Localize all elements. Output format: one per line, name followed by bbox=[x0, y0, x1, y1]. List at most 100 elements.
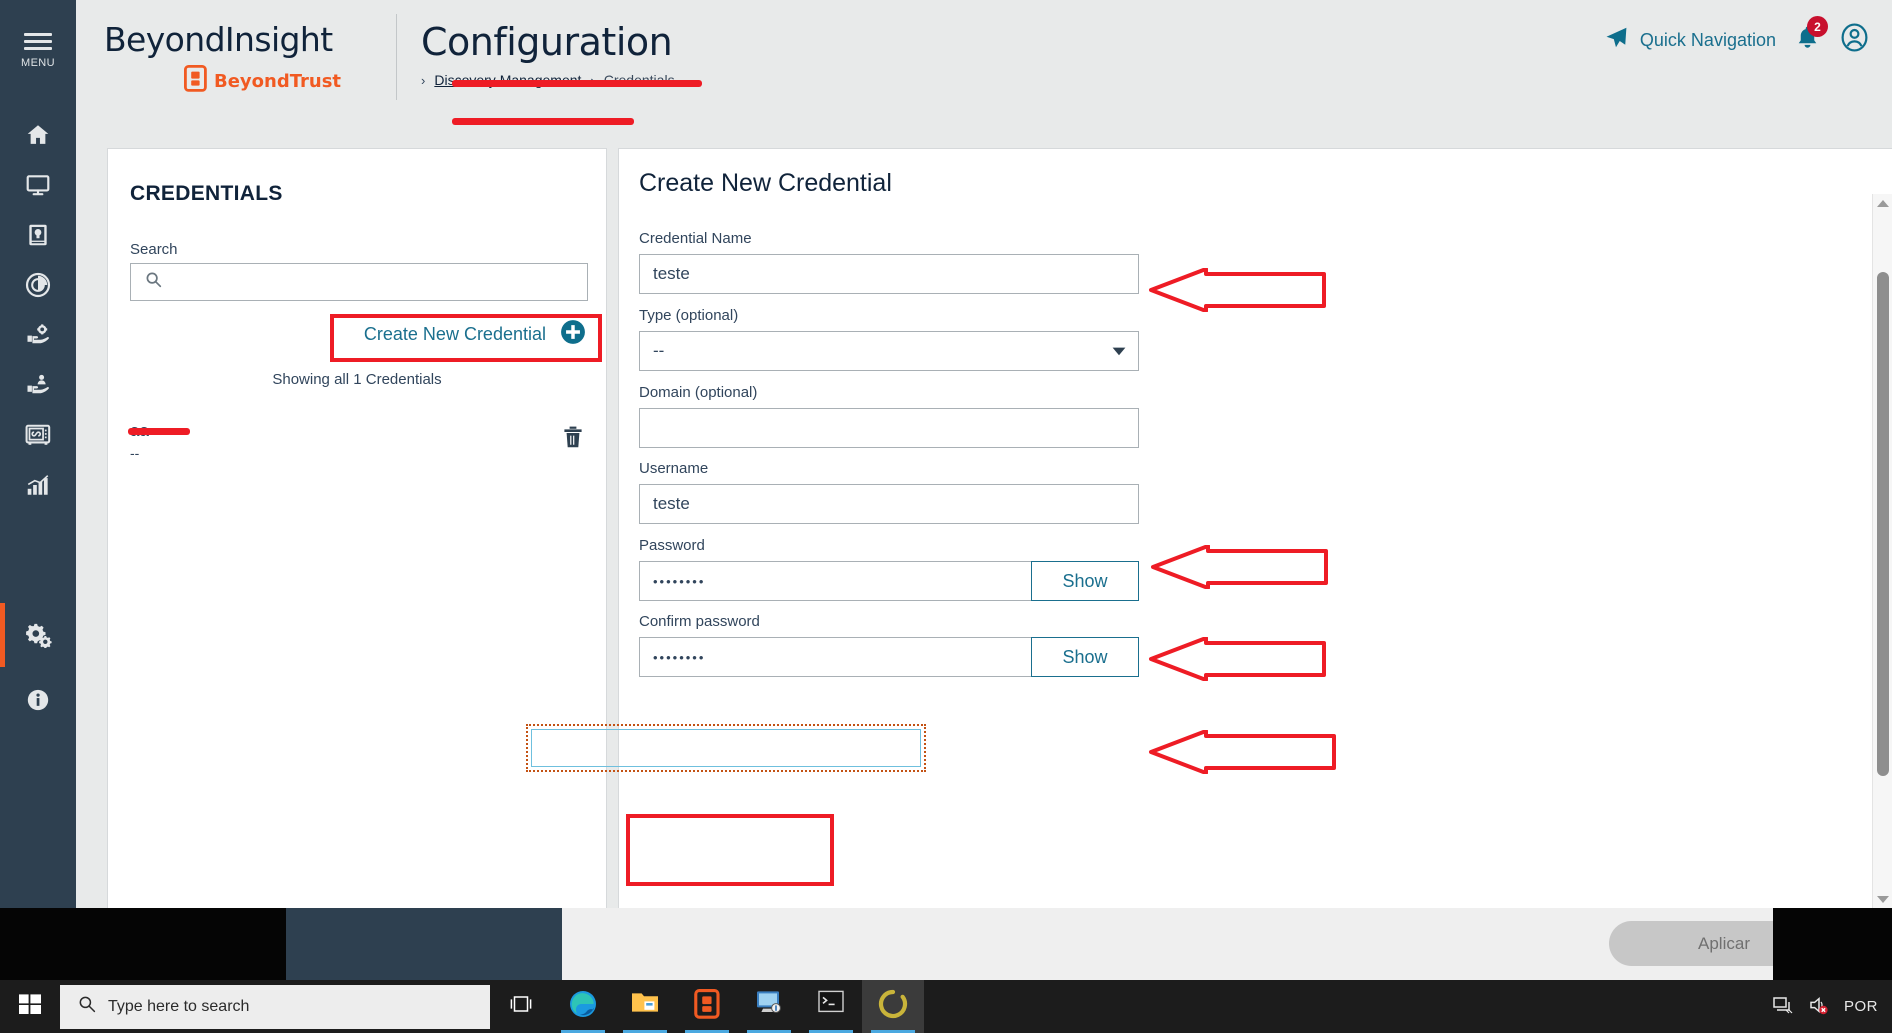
pie-target-icon bbox=[24, 271, 52, 299]
menu-toggle-button[interactable]: MENU bbox=[0, 18, 76, 80]
credentials-list: aa -- bbox=[108, 407, 606, 470]
sidebar-item-home[interactable] bbox=[0, 110, 76, 160]
beyondtrust-icon bbox=[694, 988, 720, 1024]
password-show-button[interactable]: Show bbox=[1031, 561, 1139, 601]
beyondtrust-logo-icon bbox=[183, 64, 207, 97]
task-view-button[interactable] bbox=[490, 980, 552, 1033]
sidebar-item-reporting[interactable] bbox=[0, 260, 76, 310]
company-name: BeyondTrust bbox=[214, 70, 342, 92]
form-heading: Create New Credential bbox=[639, 169, 892, 197]
scrollbar-down-arrow[interactable] bbox=[1873, 890, 1892, 908]
application-window: MENU BeyondInsight BeyondTrust Configura… bbox=[0, 0, 1892, 908]
header-divider bbox=[396, 14, 397, 100]
credential-name-input[interactable]: teste bbox=[639, 254, 1139, 294]
annotation-arrow-credential-name bbox=[1149, 268, 1326, 312]
taskbar-app-terminal[interactable] bbox=[800, 980, 862, 1033]
sidebar-item-assets[interactable] bbox=[0, 160, 76, 210]
safe-icon bbox=[24, 422, 52, 448]
field-domain: Domain (optional) bbox=[639, 384, 1139, 448]
password-input[interactable]: •••••••• bbox=[639, 561, 1031, 601]
confirm-password-show-button[interactable]: Show bbox=[1031, 637, 1139, 677]
search-input-wrapper[interactable] bbox=[130, 263, 588, 301]
domain-input[interactable] bbox=[639, 408, 1139, 448]
spinner-icon bbox=[878, 989, 908, 1024]
terminal-icon bbox=[817, 989, 845, 1020]
product-name: BeyondInsight bbox=[104, 20, 333, 59]
language-indicator[interactable]: POR bbox=[1844, 998, 1878, 1015]
taskbar-app-file-explorer[interactable] bbox=[614, 980, 676, 1033]
search-icon bbox=[145, 271, 162, 293]
annotation-underline-breadcrumb bbox=[452, 118, 634, 125]
field-confirm-password: Confirm password •••••••• Show bbox=[639, 613, 1139, 677]
sidebar-item-configuration[interactable] bbox=[0, 603, 76, 667]
sidebar-item-password-safe[interactable] bbox=[0, 410, 76, 460]
hand-gear-icon bbox=[24, 321, 52, 349]
home-icon bbox=[25, 122, 51, 148]
sidebar-item-managed-accounts[interactable] bbox=[0, 360, 76, 410]
type-select[interactable]: -- bbox=[639, 331, 1139, 371]
book-idea-icon bbox=[25, 222, 51, 248]
taskbar-search[interactable]: Type here to search bbox=[60, 984, 490, 1029]
bar-chart-icon bbox=[25, 473, 51, 497]
scrollbar-thumb[interactable] bbox=[1877, 272, 1889, 776]
confirm-password-label: Confirm password bbox=[639, 613, 760, 630]
annotation-arrow-confirm-password bbox=[1149, 730, 1336, 774]
start-button[interactable] bbox=[0, 980, 60, 1033]
background-window-strip: Aplicar bbox=[0, 908, 1892, 980]
background-dialog: Aplicar bbox=[562, 908, 1839, 980]
volume-muted-icon[interactable] bbox=[1808, 995, 1830, 1019]
gears-icon bbox=[23, 622, 53, 648]
sidebar-item-about[interactable] bbox=[0, 675, 76, 725]
network-icon[interactable] bbox=[1772, 995, 1794, 1019]
sidebar-item-smart-rules[interactable] bbox=[0, 210, 76, 260]
password-row: •••••••• Show bbox=[639, 561, 1139, 601]
page-title-block: Configuration › Discovery Management › C… bbox=[421, 16, 675, 88]
bell-icon bbox=[1794, 26, 1821, 55]
background-dark-left bbox=[0, 908, 286, 980]
header-actions: Quick Navigation 2 bbox=[1604, 16, 1870, 58]
trash-icon[interactable] bbox=[562, 425, 584, 454]
edge-icon bbox=[568, 989, 598, 1024]
form-scrollbar[interactable] bbox=[1872, 194, 1892, 908]
field-credential-name: Credential Name teste bbox=[639, 230, 1139, 294]
windows-taskbar: Type here to search POR bbox=[0, 980, 1892, 1033]
monitor-icon bbox=[25, 172, 51, 198]
field-type: Type (optional) -- bbox=[639, 307, 1139, 371]
password-value: •••••••• bbox=[653, 573, 706, 589]
type-value: -- bbox=[653, 341, 665, 360]
search-input[interactable] bbox=[170, 273, 570, 291]
remote-desktop-icon bbox=[754, 989, 784, 1020]
credentials-panel-title: CREDENTIALS bbox=[130, 182, 283, 205]
quick-navigation-button[interactable]: Quick Navigation bbox=[1604, 25, 1776, 55]
taskbar-app-loading[interactable] bbox=[862, 980, 924, 1033]
brand-block: BeyondInsight BeyondTrust bbox=[104, 20, 354, 97]
taskbar-app-edge[interactable] bbox=[552, 980, 614, 1033]
field-username: Username teste bbox=[639, 460, 1139, 524]
search-label: Search bbox=[130, 241, 178, 258]
notifications-button[interactable]: 2 bbox=[1794, 16, 1828, 56]
sidebar-item-managed-systems[interactable] bbox=[0, 310, 76, 360]
taskbar-app-remote-desktop[interactable] bbox=[738, 980, 800, 1033]
sidebar-icon-rail: MENU bbox=[0, 0, 76, 908]
background-navy-block bbox=[286, 908, 562, 980]
list-item[interactable]: aa -- bbox=[108, 407, 606, 470]
field-password: Password •••••••• Show bbox=[639, 537, 1139, 601]
domain-label: Domain (optional) bbox=[639, 384, 758, 401]
username-input[interactable]: teste bbox=[639, 484, 1139, 524]
quick-navigation-label: Quick Navigation bbox=[1639, 29, 1776, 50]
confirm-password-value: •••••••• bbox=[653, 649, 706, 665]
password-label: Password bbox=[639, 537, 705, 554]
confirm-password-input[interactable]: •••••••• bbox=[639, 637, 1031, 677]
taskbar-search-placeholder: Type here to search bbox=[108, 997, 250, 1015]
user-account-button[interactable] bbox=[1839, 22, 1870, 58]
sidebar-item-analytics[interactable] bbox=[0, 460, 76, 510]
breadcrumb-chevron-icon: › bbox=[421, 72, 426, 88]
hamburger-icon bbox=[24, 29, 52, 54]
type-label: Type (optional) bbox=[639, 307, 739, 324]
info-icon bbox=[25, 687, 51, 713]
folder-icon bbox=[630, 989, 660, 1020]
taskbar-app-beyondtrust[interactable] bbox=[676, 980, 738, 1033]
annotation-underline-credential bbox=[128, 428, 190, 435]
notification-badge: 2 bbox=[1807, 16, 1828, 37]
scrollbar-up-arrow[interactable] bbox=[1873, 194, 1892, 212]
